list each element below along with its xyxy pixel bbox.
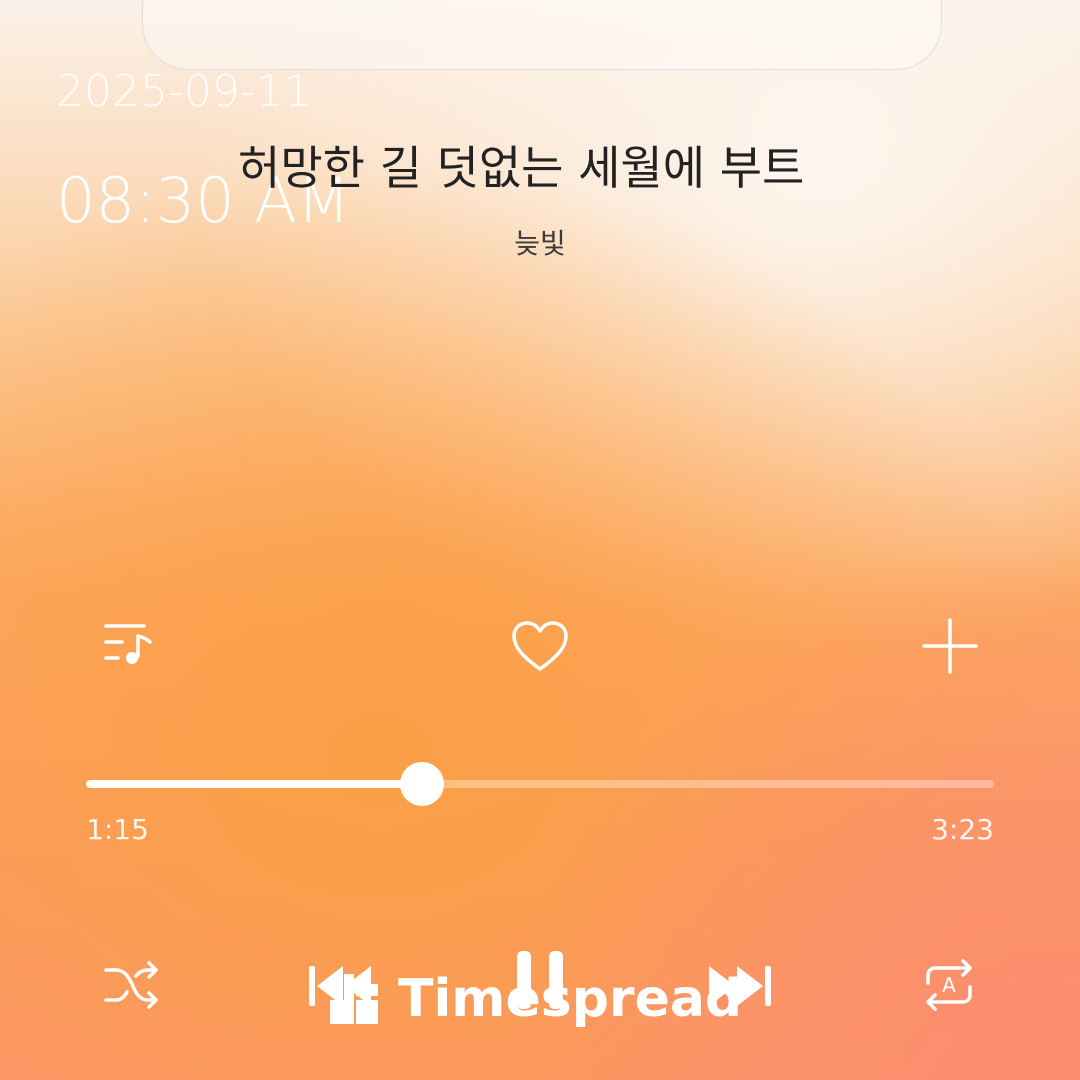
watermark: Timespread bbox=[330, 964, 742, 1034]
heart-outline-icon bbox=[512, 621, 568, 671]
repeat-icon: A bbox=[926, 959, 972, 1011]
like-button[interactable] bbox=[508, 614, 572, 678]
playlist-music-icon bbox=[104, 624, 152, 664]
progress-thumb[interactable] bbox=[399, 762, 444, 806]
elapsed-time: 1:15 bbox=[86, 813, 149, 846]
timespread-logo-icon bbox=[330, 974, 378, 1024]
plus-icon bbox=[922, 618, 978, 674]
progress-fill bbox=[86, 780, 422, 788]
repeat-mode-label: A bbox=[942, 973, 956, 997]
song-title: 허망한 길 덧없는 세월에 부트 bbox=[238, 141, 805, 195]
add-to-playlist-button[interactable] bbox=[918, 614, 982, 678]
top-card-edge bbox=[142, 0, 942, 70]
shuffle-icon bbox=[104, 961, 158, 1009]
shuffle-button[interactable] bbox=[100, 954, 162, 1016]
total-time: 3:23 bbox=[931, 813, 994, 846]
progress-bar[interactable] bbox=[86, 762, 994, 806]
repeat-button[interactable]: A bbox=[918, 954, 980, 1016]
watermark-brand: Timespread bbox=[398, 969, 743, 1029]
date-stamp: 2025-09-11 bbox=[56, 66, 312, 117]
playlist-button[interactable] bbox=[98, 612, 162, 676]
artist-name: 늦빛 bbox=[514, 227, 566, 260]
